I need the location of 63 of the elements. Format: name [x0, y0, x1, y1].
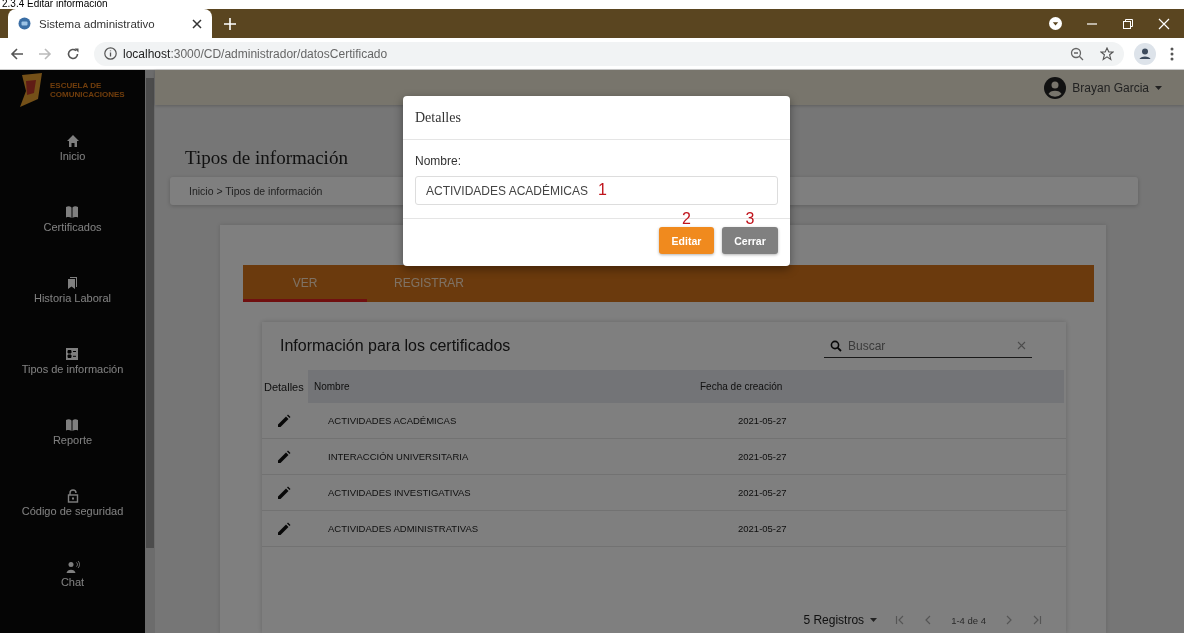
logo-text: ESCUELA DE COMUNICACIONES [50, 81, 126, 99]
table-title: Información para los certificados [280, 337, 511, 355]
table-cell: 2021-05-27 [738, 415, 787, 426]
table-cell-text: ACTIVIDADES ACADÉMICAS [327, 415, 458, 426]
page-title: Tipos de información [185, 147, 348, 169]
nav-item[interactable]: Historia Laboral [33, 256, 111, 323]
page-range: 1-4 de 4 [951, 614, 986, 626]
annotation-number: 1 [598, 182, 607, 198]
caret-icon[interactable] [870, 618, 878, 622]
column-header: Detalles [263, 380, 305, 393]
caret-icon[interactable] [1155, 85, 1162, 90]
document-heading: 2.3.4 Editar información [2, 0, 108, 9]
annotation-number: 3 [745, 211, 755, 227]
restore-icon[interactable] [1122, 17, 1134, 30]
nav-item[interactable]: Certificados [43, 185, 102, 252]
list-icon [65, 346, 80, 361]
browser-tab[interactable]: Sistema administrativo [8, 9, 212, 38]
avatar-icon [1044, 76, 1067, 99]
field-label: Nombre: [415, 154, 462, 168]
table-cell: 2021-05-27 [738, 487, 787, 498]
book-icon [65, 204, 80, 219]
edit-icon[interactable] [277, 485, 291, 500]
star-icon[interactable] [1100, 46, 1114, 61]
tab-search-icon[interactable] [1049, 17, 1062, 30]
annotation-number: 2 [682, 211, 691, 227]
site-icon [18, 17, 31, 30]
nav-item[interactable]: Chat [60, 540, 85, 607]
search-field[interactable]: Buscar [848, 338, 1011, 353]
scrollbar[interactable] [145, 70, 155, 633]
column-header[interactable]: Fecha de creación [700, 381, 783, 392]
reload-icon[interactable] [66, 46, 80, 61]
edit-icon[interactable] [277, 449, 291, 464]
home-icon [65, 133, 80, 148]
nav-item[interactable]: Reporte [52, 398, 93, 465]
table-cell: 2021-05-27 [738, 451, 787, 462]
table-cell-text: ACTIVIDADES ADMINISTRATIVAS [327, 523, 480, 534]
zoom-out-icon[interactable] [1070, 46, 1084, 61]
nav-item[interactable]: Código de seguridad [21, 469, 124, 536]
user-menu[interactable]: Brayan Garcia [1072, 80, 1149, 95]
voice-icon [65, 559, 80, 574]
profile-icon[interactable] [1134, 42, 1156, 65]
book-icon [65, 417, 80, 432]
dialog-title: Detalles [403, 96, 790, 140]
nav-item[interactable]: Tipos de información [21, 327, 124, 394]
table-cell-text: ACTIVIDADES INVESTIGATIVAS [327, 487, 472, 498]
table-cell-text: INTERACCIÓN UNIVERSITARIA [327, 451, 470, 462]
column-header[interactable]: Nombre [308, 381, 700, 392]
close-icon[interactable] [192, 18, 202, 29]
table-cell: 2021-05-27 [738, 523, 787, 534]
address-bar[interactable]: localhost:3000/CD/administrador/datosCertificado [94, 41, 1124, 66]
bookmark-icon [65, 275, 80, 290]
edit-icon[interactable] [277, 521, 291, 536]
menu-icon[interactable] [1170, 46, 1174, 61]
back-icon[interactable] [10, 46, 24, 61]
page-size-select[interactable]: 5 Registros [803, 613, 865, 627]
search-icon [830, 339, 842, 352]
lock-icon [65, 488, 80, 503]
new-tab-icon[interactable] [224, 17, 236, 30]
nav-item[interactable]: Inicio [59, 114, 86, 181]
edit-icon[interactable] [277, 413, 291, 428]
logo-icon [18, 73, 44, 107]
close-button[interactable]: Cerrar [722, 227, 778, 254]
info-icon [104, 47, 117, 60]
